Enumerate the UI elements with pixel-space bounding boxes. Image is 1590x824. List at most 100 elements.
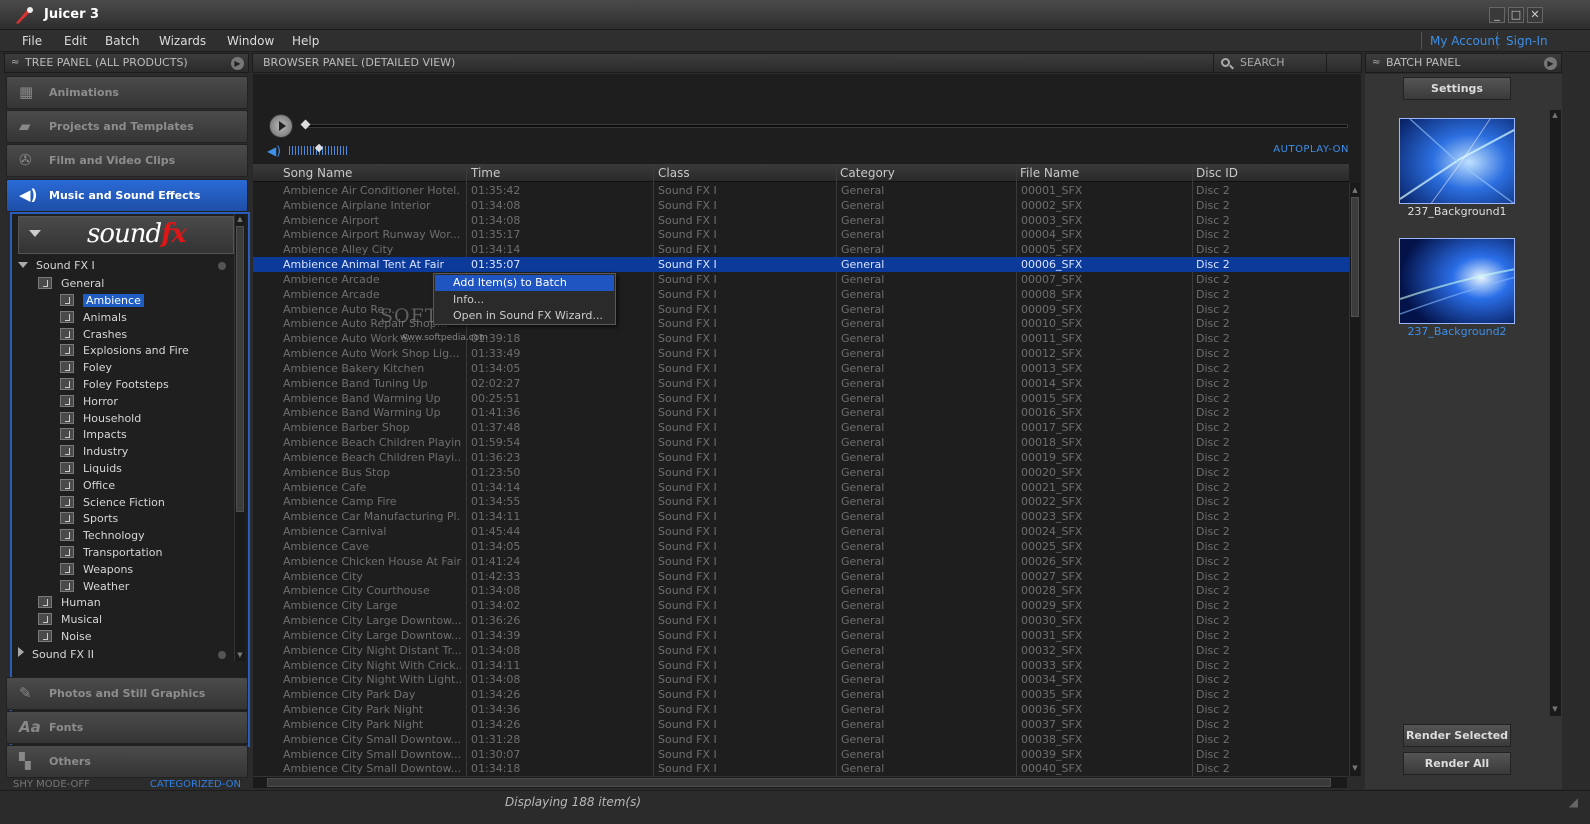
expand-icon[interactable] — [18, 647, 24, 657]
column-header-class[interactable]: Class — [658, 166, 690, 180]
table-row[interactable]: Ambience City Park Night 01:34:36 Sound FX… — [253, 702, 1349, 717]
tree-node-impacts[interactable]: Impacts — [60, 427, 127, 443]
scroll-up-icon[interactable]: ▲ — [235, 214, 245, 224]
table-row[interactable]: Ambience City Park Night 01:34:26 Sound FX… — [253, 717, 1349, 732]
play-button[interactable] — [269, 114, 293, 138]
tree-node-transportation[interactable]: Transportation — [60, 545, 162, 561]
batch-thumbnail-1[interactable] — [1399, 118, 1515, 204]
scrollbar-thumb[interactable] — [267, 778, 1331, 787]
table-row[interactable]: Ambience Band Warming Up 00:25:51 Sound FX… — [253, 391, 1349, 406]
table-row[interactable]: Ambience City 01:42:33 Sound FX I General 00… — [253, 569, 1349, 584]
tree-node-ambience[interactable]: Ambience — [60, 293, 144, 309]
close-button[interactable]: ✕ — [1527, 7, 1543, 23]
tree-node-crashes[interactable]: Crashes — [60, 327, 127, 343]
minimize-button[interactable]: _ — [1489, 7, 1505, 23]
menu-window[interactable]: Window — [227, 34, 274, 48]
tree-node-technology[interactable]: Technology — [60, 528, 145, 544]
category-projects[interactable]: ▰ Projects and Templates — [6, 110, 248, 143]
table-row[interactable]: Ambience City Night With Light... 01:34:0… — [253, 672, 1349, 687]
tree-node-household[interactable]: Household — [60, 411, 141, 427]
scrollbar-thumb[interactable] — [236, 226, 244, 512]
batch-thumbnail-2[interactable] — [1399, 238, 1515, 324]
table-row[interactable]: Ambience City Night With Crick... 01:34:1… — [253, 658, 1349, 673]
table-row[interactable]: Ambience Alley City 01:34:14 Sound FX I Gen… — [253, 242, 1349, 257]
tree-node-explosions-and-fire[interactable]: Explosions and Fire — [60, 343, 189, 359]
table-row[interactable]: Ambience Cave 01:34:05 Sound FX I General 00… — [253, 539, 1349, 554]
column-header-song-name[interactable]: Song Name — [283, 166, 352, 180]
tree-node-musical[interactable]: Musical — [38, 612, 102, 628]
table-row[interactable]: Ambience Arcade Sound FX I General 00008_SF… — [253, 287, 1349, 302]
table-row[interactable]: Ambience City Night Distant Tr... 01:34:0… — [253, 643, 1349, 658]
scroll-up-icon[interactable]: ▲ — [1350, 185, 1360, 195]
table-row[interactable]: Ambience Bakery Kitchen 01:34:05 Sound FX … — [253, 361, 1349, 376]
category-photos[interactable]: ✎ Photos and Still Graphics — [6, 677, 248, 710]
collapse-icon[interactable]: ≈ — [11, 54, 19, 72]
render-all-button[interactable]: Render All — [1403, 752, 1511, 775]
scroll-down-icon[interactable]: ▼ — [1350, 763, 1360, 773]
table-row[interactable]: Ambience Airport 01:34:08 Sound FX I Genera… — [253, 213, 1349, 228]
table-row[interactable]: Ambience Band Warming Up 01:41:36 Sound FX… — [253, 405, 1349, 420]
tree-scrollbar[interactable]: ▲ ▼ — [234, 214, 245, 661]
menu-edit[interactable]: Edit — [64, 34, 87, 48]
ctx-open-in-wizard[interactable]: Open in Sound FX Wizard... — [435, 308, 614, 324]
table-row[interactable]: Ambience Band Tuning Up 02:02:27 Sound FX … — [253, 376, 1349, 391]
column-header-time[interactable]: Time — [471, 166, 500, 180]
tree-node-foley[interactable]: Foley — [60, 360, 112, 376]
table-row[interactable]: Ambience Beach Children Playing 01:59:54 S… — [253, 435, 1349, 450]
table-row[interactable]: Ambience Beach Children Playi... 01:36:23… — [253, 450, 1349, 465]
chevron-down-icon[interactable] — [29, 230, 41, 237]
resize-grip-icon[interactable]: ◢ — [1569, 795, 1578, 809]
tree-node-office[interactable]: Office — [60, 478, 115, 494]
ctx-info[interactable]: Info... — [435, 292, 614, 308]
tree-node-liquids[interactable]: Liquids — [60, 461, 122, 477]
tree-node-weapons[interactable]: Weapons — [60, 562, 133, 578]
table-row[interactable]: Ambience City Courthouse 01:34:08 Sound FX… — [253, 583, 1349, 598]
table-row[interactable]: Ambience Arcade Sound FX I General 00007_SF… — [253, 272, 1349, 287]
autoplay-toggle[interactable]: AUTOPLAY-ON — [1273, 144, 1349, 155]
expand-icon[interactable] — [18, 262, 28, 268]
batch-scrollbar[interactable]: ▲ ▼ — [1549, 110, 1561, 716]
panel-arrow-icon[interactable]: ▶ — [1544, 57, 1557, 70]
render-selected-button[interactable]: Render Selected — [1403, 724, 1511, 747]
menu-batch[interactable]: Batch — [105, 34, 140, 48]
table-row[interactable]: Ambience City Small Downtow... 01:34:18 So… — [253, 761, 1349, 776]
table-row[interactable]: Ambience Animal Tent At Fair 01:35:07 Soun… — [253, 257, 1349, 272]
table-row[interactable]: Ambience Car Manufacturing Pl... 01:34:11… — [253, 509, 1349, 524]
category-music-sound[interactable]: ◀) Music and Sound Effects — [6, 179, 248, 212]
maximize-button[interactable]: □ — [1508, 7, 1524, 23]
search-input[interactable]: SEARCH — [1213, 54, 1326, 72]
tree-node-foley-footsteps[interactable]: Foley Footsteps — [60, 377, 169, 393]
table-scrollbar[interactable]: ▲ ▼ — [1349, 183, 1360, 776]
shy-mode-toggle[interactable]: SHY MODE-OFF — [13, 779, 90, 790]
tree-node-sound-fx-2[interactable]: Sound FX II — [18, 647, 226, 663]
table-row[interactable]: Ambience Barber Shop 01:37:48 Sound FX I Ge… — [253, 420, 1349, 435]
horizontal-scrollbar[interactable] — [253, 776, 1347, 788]
categorized-toggle[interactable]: CATEGORIZED-ON — [150, 779, 241, 790]
tree-node-general[interactable]: General — [38, 276, 104, 292]
table-row[interactable]: Ambience Bus Stop 01:23:50 Sound FX I Gener… — [253, 465, 1349, 480]
tree-node-animals[interactable]: Animals — [60, 310, 127, 326]
tree-node-sports[interactable]: Sports — [60, 511, 118, 527]
table-row[interactable]: Ambience Airplane Interior 01:34:08 Sound … — [253, 198, 1349, 213]
panel-arrow-icon[interactable]: ▶ — [231, 57, 244, 70]
column-header-disc-id[interactable]: Disc ID — [1196, 166, 1238, 180]
table-row[interactable]: Ambience City Large 01:34:02 Sound FX I Gen… — [253, 598, 1349, 613]
table-row[interactable]: Ambience City Small Downtow... 01:30:07 So… — [253, 747, 1349, 762]
table-row[interactable]: Ambience Carnival 01:45:44 Sound FX I Gener… — [253, 524, 1349, 539]
volume-icon[interactable]: ◀) — [267, 144, 281, 158]
menu-file[interactable]: File — [22, 34, 42, 48]
sign-in-link[interactable]: Sign-In — [1506, 34, 1548, 48]
table-row[interactable]: Ambience Camp Fire 01:34:55 Sound FX I Gene… — [253, 494, 1349, 509]
ctx-add-to-batch[interactable]: Add Item(s) to Batch — [435, 275, 614, 291]
menu-help[interactable]: Help — [292, 34, 319, 48]
collapse-icon[interactable]: ≈ — [1372, 54, 1380, 72]
tree-node-science-fiction[interactable]: Science Fiction — [60, 495, 165, 511]
category-fonts[interactable]: Aa Fonts — [6, 711, 248, 744]
table-row[interactable]: Ambience Air Conditioner Hotel... 01:35:4… — [253, 183, 1349, 198]
tree-node-weather[interactable]: Weather — [60, 579, 129, 595]
category-animations[interactable]: ▦ Animations — [6, 76, 248, 109]
tree-node-industry[interactable]: Industry — [60, 444, 128, 460]
search-go-button[interactable] — [1326, 54, 1361, 72]
scroll-down-icon[interactable]: ▼ — [1550, 704, 1560, 714]
table-row[interactable]: Ambience City Large Downtow... 01:36:26 So… — [253, 613, 1349, 628]
